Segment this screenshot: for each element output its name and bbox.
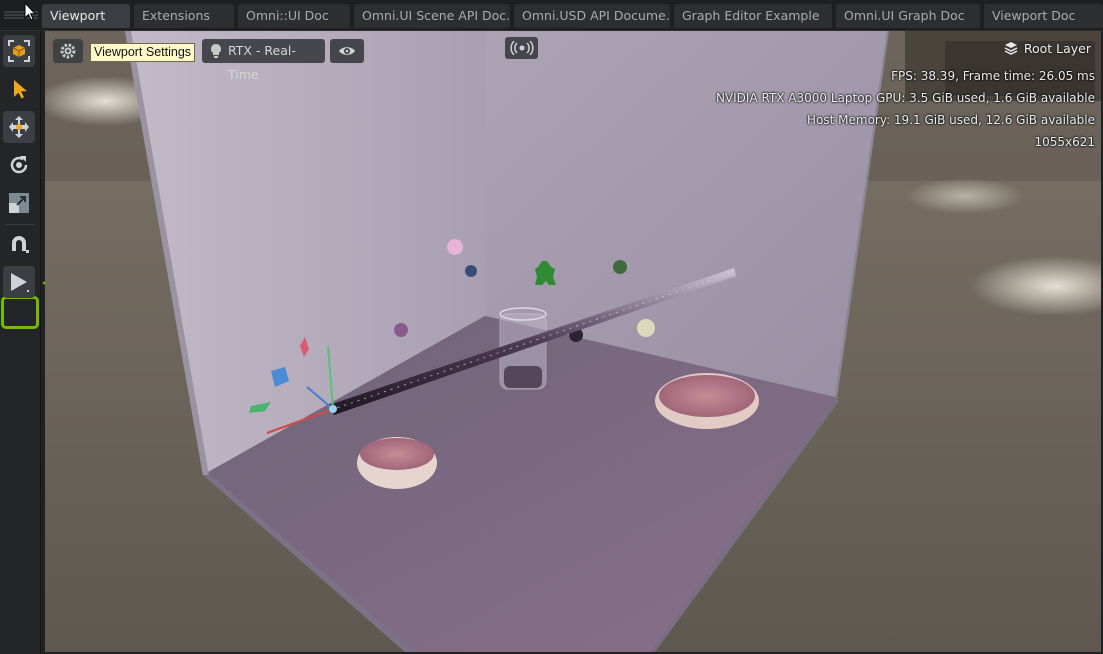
selection-mode-icon [8,40,30,62]
rotate-icon [10,156,28,174]
tab-label: Extensions [142,8,210,23]
selection-mode-button[interactable] [3,35,35,67]
eye-icon [339,47,355,55]
tab-label: Graph Editor Example [682,8,820,23]
gpu-memory-readout: NVIDIA RTX A3000 Laptop GPU: 3.5 GiB use… [715,91,1095,105]
tab-label: Omni.UI Graph Doc [844,8,965,23]
fps-readout: FPS: 38.39, Frame time: 26.05 ms [891,69,1095,83]
scale-icon [9,193,29,213]
tab-viewport-doc[interactable]: Viewport Doc [984,4,1103,28]
move-tool-button[interactable] [3,111,35,143]
tab-label: Viewport [50,8,106,23]
move-icon [9,116,29,138]
gear-icon [60,43,76,59]
tab-label: Omni::UI Doc [246,8,329,23]
tab-label: Omni.UI Scene API Doc... [362,8,510,23]
host-memory-readout: Host Memory: 19.1 GiB used, 12.6 GiB ava… [807,113,1095,127]
toolbar-separator [6,224,34,225]
tool-bar [0,31,41,654]
tab-omni-ui-graph-doc[interactable]: Omni.UI Graph Doc [836,4,980,28]
tab-label: Viewport Doc [992,8,1076,23]
tab-graph-editor-example[interactable]: Graph Editor Example [674,4,832,28]
root-layer-label: Root Layer [1023,41,1091,56]
broadcast-icon [510,41,534,55]
viewport[interactable]: Viewport Settings RTX - Real-Time Root L… [45,31,1101,652]
tab-omni-usd-api-doc[interactable]: Omni.USD API Docume... [514,4,670,28]
mouse-cursor-icon [24,2,36,21]
viewport-settings-tooltip: Viewport Settings [90,43,196,62]
render-mode-button[interactable]: RTX - Real-Time [202,39,325,82]
live-sync-button[interactable] [505,37,538,59]
tab-label: Omni.USD API Docume... [522,8,670,23]
play-button[interactable] [3,266,35,298]
viewport-settings-button[interactable] [53,39,83,63]
tab-omni-ui-doc[interactable]: Omni::UI Doc [238,4,350,28]
render-mode-label: RTX - Real-Time [228,43,296,82]
scale-tool-button[interactable] [3,187,35,219]
layers-icon [1004,42,1018,55]
resolution-readout: 1055x621 [1034,135,1095,149]
snap-magnet-icon [12,236,29,253]
tab-bar: Viewport Extensions Omni::UI Doc Omni.UI… [0,0,1103,31]
select-tool-button[interactable] [3,73,35,105]
tab-omni-ui-scene-api-doc[interactable]: Omni.UI Scene API Doc... [354,4,510,28]
rotate-tool-button[interactable] [3,149,35,181]
lightbulb-icon [211,44,221,58]
snap-button[interactable] [3,228,35,260]
tab-viewport[interactable]: Viewport [42,4,130,28]
play-icon [11,273,29,292]
play-button-highlight [1,296,39,329]
root-layer-button[interactable]: Root Layer [1004,41,1091,56]
tab-extensions[interactable]: Extensions [134,4,234,28]
visibility-button[interactable] [330,39,364,63]
select-arrow-icon [14,80,27,99]
